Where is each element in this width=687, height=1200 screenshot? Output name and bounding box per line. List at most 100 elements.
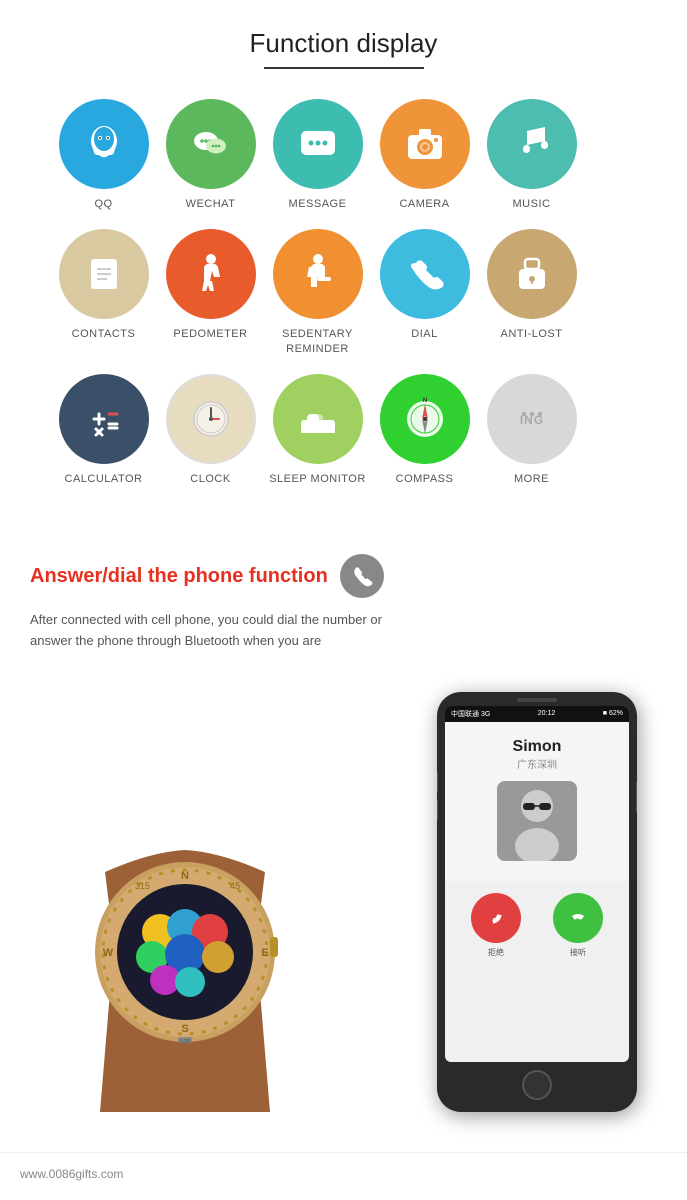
svg-text:USB: USB (180, 1039, 191, 1045)
phone-call-buttons: 拒绝 接听 (445, 881, 629, 964)
icon-label-contacts: CONTACTS (72, 327, 136, 341)
watch-illustration: N S W E 45 315 (20, 732, 350, 1112)
icon-item-clock: CLOCK (157, 374, 264, 486)
icon-label-dial: DIAL (411, 327, 437, 341)
compass-icon: N (400, 394, 450, 444)
product-image-area: N S W E 45 315 (30, 662, 657, 1112)
icon-item-wechat: WECHAT (157, 99, 264, 211)
icon-label-message: MESSAGE (289, 197, 347, 211)
icon-item-calculator: CALCULATOR (50, 374, 157, 486)
icon-item-music: MUSIC (478, 99, 585, 211)
footer-url: www.0086gifts.com (20, 1167, 123, 1181)
icon-circle-wechat (166, 99, 256, 189)
sedentary-icon (293, 249, 343, 299)
icon-circle-contacts (59, 229, 149, 319)
icon-item-camera: CAMERA (371, 99, 478, 211)
icon-item-message: MESSAGE (264, 99, 371, 211)
pedometer-icon (186, 249, 236, 299)
icon-circle-camera (380, 99, 470, 189)
icon-item-contacts: CONTACTS (50, 229, 157, 356)
icon-circle-more: ING (487, 374, 577, 464)
icon-circle-dial (380, 229, 470, 319)
icon-circle-sedentary (273, 229, 363, 319)
phone-outer: 中国联通 3G 20:12 ■ 62% Simon 广东深圳 (437, 692, 637, 1112)
svg-text:315: 315 (135, 881, 150, 891)
icon-label-clock: CLOCK (190, 472, 230, 486)
phone-volume-down (437, 800, 438, 820)
phone-power (636, 782, 637, 812)
icon-item-dial: DIAL (371, 229, 478, 356)
icon-label-camera: CAMERA (399, 197, 449, 211)
icon-circle-music (487, 99, 577, 189)
title-underline (264, 67, 424, 69)
phone-home-button[interactable] (522, 1070, 552, 1100)
page-title: Function display (20, 28, 667, 59)
message-icon (293, 119, 343, 169)
antilost-icon (507, 249, 557, 299)
more-icon: ING (507, 394, 557, 444)
phone-volume-up (437, 772, 438, 792)
svg-text:N: N (181, 870, 189, 882)
phone-status-bar: 中国联通 3G 20:12 ■ 62% (445, 706, 629, 722)
wechat-icon (186, 119, 236, 169)
function-display-section: Function display QQ (0, 0, 687, 524)
icon-circle-calculator (59, 374, 149, 464)
decline-button[interactable] (471, 893, 521, 943)
icon-circle-qq (59, 99, 149, 189)
icon-label-sedentary: SEDENTARY REMINDER (264, 327, 371, 356)
qq-icon (79, 119, 129, 169)
decline-button-wrap: 拒绝 (471, 893, 521, 958)
icon-label-more: MORE (514, 472, 549, 486)
sleep-icon (293, 394, 343, 444)
icon-label-pedometer: PEDOMETER (173, 327, 247, 341)
icon-label-wechat: WECHAT (186, 197, 236, 211)
icon-circle-message (273, 99, 363, 189)
svg-text:45: 45 (230, 881, 240, 891)
answer-title-row: Answer/dial the phone function (30, 554, 657, 598)
caller-photo (497, 781, 577, 861)
icon-item-compass: N COMPASS (371, 374, 478, 486)
phone-illustration: 中国联通 3G 20:12 ■ 62% Simon 广东深圳 (437, 692, 637, 1112)
dial-icon (400, 249, 450, 299)
icon-item-more: ING MORE (478, 374, 585, 486)
icon-label-music: MUSIC (513, 197, 551, 211)
answer-description: After connected with cell phone, you cou… (30, 610, 410, 652)
music-icon (507, 119, 557, 169)
accept-icon (566, 906, 590, 930)
accept-button[interactable] (553, 893, 603, 943)
icon-label-calculator: CALCULATOR (65, 472, 143, 486)
icon-circle-compass: N (380, 374, 470, 464)
caller-name: Simon (455, 738, 619, 756)
icons-grid: QQ WECHAT (20, 99, 667, 504)
phone-battery: ■ 62% (603, 710, 623, 717)
phone-screen: 中国联通 3G 20:12 ■ 62% Simon 广东深圳 (445, 706, 629, 1062)
phone-speaker (517, 698, 557, 702)
accept-button-wrap: 接听 (553, 893, 603, 958)
contacts-icon (79, 249, 129, 299)
svg-text:N: N (422, 398, 426, 404)
svg-text:E: E (261, 947, 268, 959)
icon-item-sleep: SLEEP MONITOR (264, 374, 371, 486)
caller-location: 广东深圳 (455, 756, 619, 771)
answer-phone-icon (340, 554, 384, 598)
calculator-icon (79, 394, 129, 444)
decline-label: 拒绝 (471, 947, 521, 958)
icon-label-antilost: ANTI-LOST (501, 327, 563, 341)
decline-icon (484, 906, 508, 930)
phone-time: 20:12 (538, 710, 556, 717)
footer: www.0086gifts.com (0, 1152, 687, 1195)
caller-photo-svg (497, 781, 577, 861)
icon-label-qq: QQ (94, 197, 112, 211)
icon-label-sleep: SLEEP MONITOR (269, 472, 366, 486)
answer-title: Answer/dial the phone function (30, 565, 328, 588)
phone-dial-icon (350, 564, 374, 588)
icon-item-qq: QQ (50, 99, 157, 211)
icon-circle-sleep (273, 374, 363, 464)
phone-carrier: 中国联通 3G (451, 709, 490, 719)
phone-caller-area: Simon 广东深圳 (445, 722, 629, 881)
icon-circle-pedometer (166, 229, 256, 319)
icon-circle-clock (166, 374, 256, 464)
watch-svg: N S W E 45 315 (20, 732, 350, 1112)
clock-icon (186, 394, 236, 444)
icon-item-sedentary: SEDENTARY REMINDER (264, 229, 371, 356)
